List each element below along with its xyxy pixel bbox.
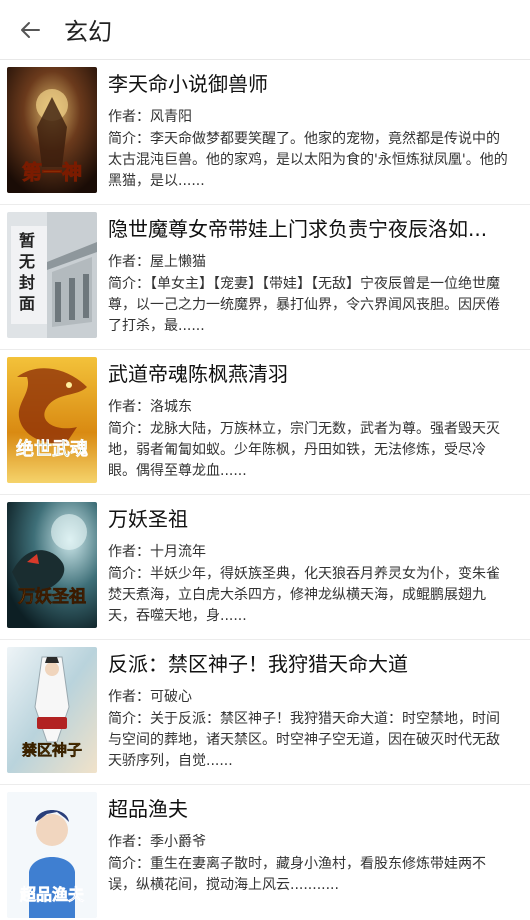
book-title[interactable]: 万妖圣祖 <box>108 505 518 533</box>
intro-label: 简介： <box>108 856 150 872</box>
book-cover[interactable]: 第一神 <box>7 67 97 193</box>
author-name: 风青阳 <box>150 109 192 125</box>
back-arrow-icon <box>21 21 40 38</box>
book-list-item[interactable]: 禁区神子 反派：禁区神子！我狩猎天命大道 作者：可破心 简介：关于反派：禁区神子… <box>0 640 530 785</box>
cover-title-text: 禁区神子 <box>22 741 82 759</box>
book-intro: 简介：【单女主】【宠妻】【带娃】【无敌】宁夜辰曾是一位绝世魔尊，以一己之力一统魔… <box>108 274 513 337</box>
intro-text: 重生在妻离子散时，藏身小渔村，看股东修炼带娃两不误，纵横花间，搅动海上风云...… <box>108 856 486 893</box>
svg-text:暂: 暂 <box>19 231 35 250</box>
book-list-item[interactable]: 第一神 李天命小说御兽师 作者：风青阳 简介：李天命做梦都要笑醒了。他家的宠物，… <box>0 60 530 205</box>
cover-title-text: 第一神 <box>22 160 82 184</box>
svg-text:封: 封 <box>19 273 35 292</box>
book-title[interactable]: 武道帝魂陈枫燕清羽 <box>108 360 518 388</box>
intro-text: 关于反派：禁区神子！我狩猎天命大道：时空禁地，时间与空间的葬地，诸天禁区。时空神… <box>108 711 500 769</box>
svg-text:无: 无 <box>18 252 35 271</box>
intro-text: 半妖少年，得妖族圣典，化天狼吞月养灵女为仆，变朱雀焚天煮海，立白虎大杀四方，修神… <box>108 566 500 624</box>
author-label: 作者： <box>108 399 150 415</box>
book-cover[interactable]: 绝世武魂 <box>7 357 97 483</box>
book-cover[interactable]: 暂 无 封 面 <box>7 212 97 338</box>
author-name: 可破心 <box>150 689 192 705</box>
intro-label: 简介： <box>108 421 150 437</box>
book-list-item[interactable]: 绝世武魂 武道帝魂陈枫燕清羽 作者：洛城东 简介：龙脉大陆，万族林立，宗门无数，… <box>0 350 530 495</box>
cover-title-text: 万妖圣祖 <box>17 586 86 607</box>
book-title[interactable]: 隐世魔尊女帝带娃上门求负责宁夜辰洛如... <box>108 215 518 243</box>
book-intro: 简介：龙脉大陆，万族林立，宗门无数，武者为尊。强者毁天灭地，弱者匍匐如蚁。少年陈… <box>108 419 513 482</box>
book-list-item[interactable]: 超品渔夫 超品渔夫 作者：季小爵爷 简介：重生在妻离子散时，藏身小渔村，看股东修… <box>0 785 530 920</box>
intro-text: 李天命做梦都要笑醒了。他家的宠物，竟然都是传说中的太古混沌巨兽。他的家鸡，是以太… <box>108 131 508 189</box>
book-author: 作者：洛城东 <box>108 398 528 416</box>
author-name: 季小爵爷 <box>150 834 206 850</box>
book-author: 作者：季小爵爷 <box>108 833 528 851</box>
book-author: 作者：风青阳 <box>108 108 528 126</box>
book-intro: 简介：半妖少年，得妖族圣典，化天狼吞月养灵女为仆，变朱雀焚天煮海，立白虎大杀四方… <box>108 564 513 627</box>
author-label: 作者： <box>108 834 150 850</box>
book-title[interactable]: 超品渔夫 <box>108 795 518 823</box>
intro-label: 简介： <box>108 711 150 727</box>
cover-title-text: 绝世武魂 <box>16 438 88 460</box>
top-app-bar: 玄幻 <box>0 0 530 60</box>
intro-label: 简介： <box>108 566 150 582</box>
cover-title-text: 超品渔夫 <box>19 885 85 904</box>
author-label: 作者： <box>108 109 150 125</box>
book-list-item[interactable]: 暂 无 封 面 隐世魔尊女帝带娃上门求负责宁夜辰洛如... 作者：屋上懒猫 简介… <box>0 205 530 350</box>
author-name: 十月流年 <box>150 544 206 560</box>
intro-label: 简介： <box>108 131 150 147</box>
intro-text: 【单女主】【宠妻】【带娃】【无敌】宁夜辰曾是一位绝世魔尊，以一己之力一统魔界，暴… <box>108 276 500 334</box>
book-intro: 简介：关于反派：禁区神子！我狩猎天命大道：时空禁地，时间与空间的葬地，诸天禁区。… <box>108 709 513 772</box>
author-label: 作者： <box>108 689 150 705</box>
book-cover[interactable]: 万妖圣祖 <box>7 502 97 628</box>
author-name: 屋上懒猫 <box>150 254 206 270</box>
book-list-item[interactable]: 万妖圣祖 万妖圣祖 作者：十月流年 简介：半妖少年，得妖族圣典，化天狼吞月养灵女… <box>0 495 530 640</box>
book-intro: 简介：重生在妻离子散时，藏身小渔村，看股东修炼带娃两不误，纵横花间，搅动海上风云… <box>108 854 513 896</box>
book-cover[interactable]: 禁区神子 <box>7 647 97 773</box>
book-author: 作者：十月流年 <box>108 543 528 561</box>
author-label: 作者： <box>108 544 150 560</box>
book-author: 作者：可破心 <box>108 688 528 706</box>
author-label: 作者： <box>108 254 150 270</box>
book-list: 第一神 李天命小说御兽师 作者：风青阳 简介：李天命做梦都要笑醒了。他家的宠物，… <box>0 60 530 920</box>
intro-label: 简介： <box>108 276 150 292</box>
page-title: 玄幻 <box>64 18 112 46</box>
svg-text:面: 面 <box>19 294 35 313</box>
book-intro: 简介：李天命做梦都要笑醒了。他家的宠物，竟然都是传说中的太古混沌巨兽。他的家鸡，… <box>108 129 513 192</box>
back-button[interactable] <box>0 0 60 60</box>
book-author: 作者：屋上懒猫 <box>108 253 528 271</box>
book-cover[interactable]: 超品渔夫 <box>7 792 97 918</box>
intro-text: 龙脉大陆，万族林立，宗门无数，武者为尊。强者毁天灭地，弱者匍匐如蚁。少年陈枫，丹… <box>108 421 500 479</box>
author-name: 洛城东 <box>150 399 192 415</box>
book-title[interactable]: 李天命小说御兽师 <box>108 70 518 98</box>
book-title[interactable]: 反派：禁区神子！我狩猎天命大道 <box>108 650 518 678</box>
